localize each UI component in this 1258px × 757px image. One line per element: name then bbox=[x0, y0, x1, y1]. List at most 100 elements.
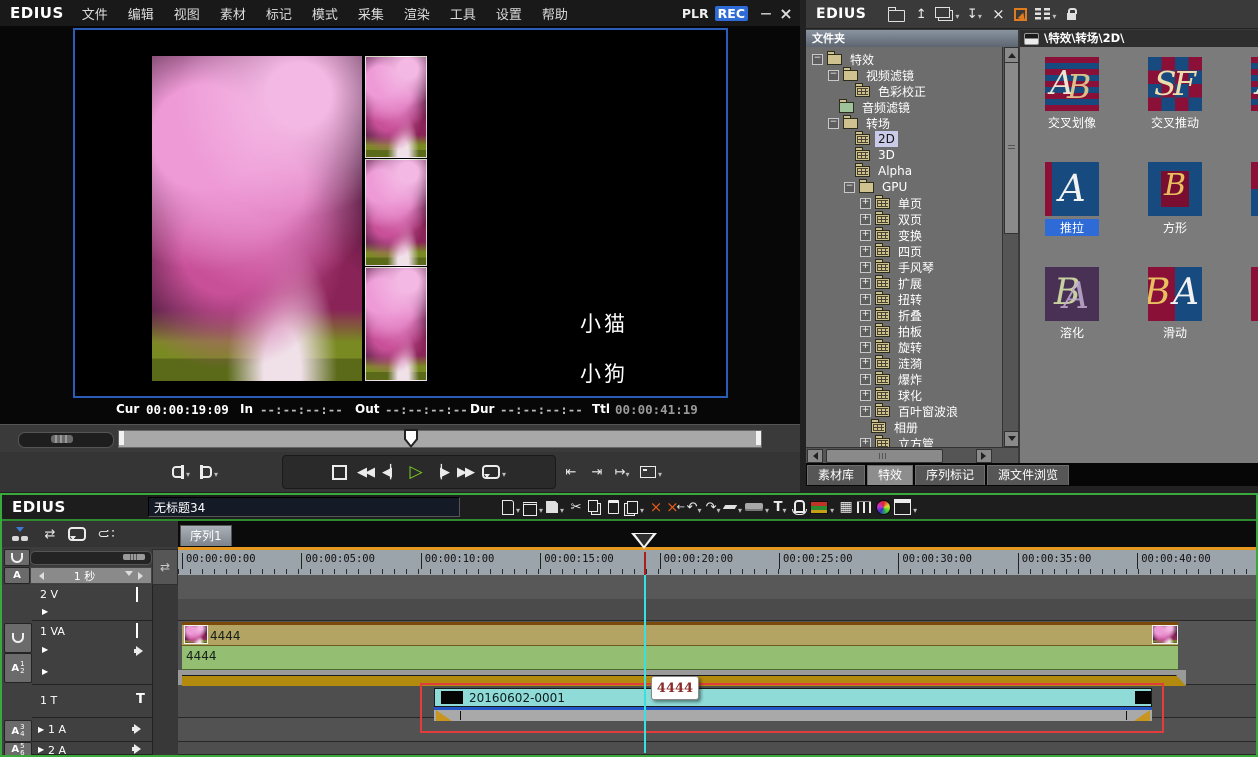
new-sequence-button[interactable]: ▾ bbox=[502, 495, 520, 519]
redo-button[interactable]: ↷▾ bbox=[705, 495, 721, 519]
scale-dropdown-icon[interactable] bbox=[125, 571, 133, 580]
audio-clip[interactable]: 4444 bbox=[182, 646, 1178, 670]
menu-item[interactable]: 视图 bbox=[164, 4, 210, 23]
tree-expander[interactable]: + bbox=[860, 214, 871, 225]
time-scale-selector[interactable]: 1 秒 bbox=[30, 567, 152, 584]
expand-arrow-icon[interactable]: ▶ bbox=[38, 745, 44, 754]
palette-tab[interactable]: 素材库 bbox=[807, 465, 865, 485]
dropdown-caret-icon[interactable]: ▾ bbox=[830, 506, 834, 519]
scroll-down-button[interactable] bbox=[1004, 431, 1019, 447]
transition-item[interactable] bbox=[1251, 267, 1258, 321]
ripple-delete-button[interactable]: ×← bbox=[666, 495, 683, 519]
tree-item[interactable]: 2D bbox=[806, 131, 1002, 147]
dropdown-caret-icon[interactable]: ▾ bbox=[516, 506, 520, 519]
play-button[interactable]: ▷ bbox=[407, 461, 423, 483]
dropdown-caret-icon[interactable]: ▾ bbox=[1052, 12, 1056, 25]
cut-point-mode-button[interactable] bbox=[10, 523, 30, 545]
tree-expander[interactable]: − bbox=[828, 70, 839, 81]
add-transition-button[interactable]: ▾ bbox=[745, 495, 769, 519]
lock-button[interactable] bbox=[1063, 3, 1079, 25]
scale-left-icon[interactable] bbox=[35, 572, 44, 580]
palette-tab[interactable]: 源文件浏览 bbox=[987, 465, 1069, 485]
cut-button[interactable]: ✂ bbox=[567, 495, 583, 519]
dropdown-caret-icon[interactable]: ▾ bbox=[978, 12, 982, 25]
tree-expander[interactable]: + bbox=[860, 310, 871, 321]
goto-out-button[interactable]: ⇥ bbox=[588, 461, 604, 483]
transition-item[interactable] bbox=[1251, 162, 1258, 216]
audio-mute-button[interactable]: A bbox=[4, 567, 30, 584]
dropdown-caret-icon[interactable]: ▾ bbox=[625, 470, 629, 483]
dropdown-caret-icon[interactable]: ▾ bbox=[214, 470, 218, 483]
playhead-line[interactable] bbox=[644, 575, 646, 753]
video-clip[interactable]: 4444 bbox=[182, 622, 1178, 646]
duplicate-folder-button[interactable]: ▾ bbox=[935, 3, 959, 25]
a2-channel-button[interactable]: A56 bbox=[4, 742, 32, 755]
tree-expander[interactable]: + bbox=[860, 390, 871, 401]
prev-frame-button[interactable]: ◀▏ bbox=[382, 461, 398, 483]
delete-button[interactable]: × bbox=[989, 3, 1005, 25]
transition-thumbnail[interactable] bbox=[1251, 162, 1258, 216]
tree-expander[interactable]: + bbox=[860, 374, 871, 385]
transition-item[interactable]: 交叉推动 bbox=[1148, 57, 1202, 131]
dropdown-caret-icon[interactable]: ▾ bbox=[955, 12, 959, 25]
shuttle-handle[interactable] bbox=[51, 435, 73, 443]
va-video-mute-button[interactable] bbox=[4, 623, 32, 653]
tree-expander[interactable]: + bbox=[860, 198, 871, 209]
dropdown-caret-icon[interactable]: ▾ bbox=[560, 506, 564, 519]
track-header-2a[interactable]: ▶ 2 A bbox=[32, 742, 152, 755]
jump-to-marker-button[interactable]: ↦▾ bbox=[614, 461, 630, 483]
tree-expander[interactable]: + bbox=[860, 342, 871, 353]
scroll-left-button[interactable] bbox=[807, 449, 823, 463]
effect-view-button[interactable] bbox=[1012, 3, 1028, 25]
player-export-button[interactable]: ▾ bbox=[640, 461, 662, 483]
undo-button[interactable]: ↶▾ bbox=[686, 495, 702, 519]
transition-item[interactable]: 推拉 bbox=[1045, 162, 1099, 236]
title-button[interactable]: T▾ bbox=[772, 495, 788, 519]
render-button[interactable]: ▾ bbox=[810, 495, 834, 519]
dropdown-caret-icon[interactable]: ▾ bbox=[765, 506, 769, 519]
scrollbar-thumb[interactable] bbox=[1004, 62, 1019, 234]
panel-layout-button[interactable]: ▾ bbox=[894, 495, 917, 519]
save-project-button[interactable]: ▾ bbox=[546, 495, 564, 519]
set-out-button[interactable]: ▾ bbox=[200, 461, 218, 483]
expand-arrow-icon[interactable]: ▶ bbox=[38, 725, 44, 734]
paste-button[interactable] bbox=[605, 495, 621, 519]
tree-item[interactable]: 音频滤镜 bbox=[806, 99, 1002, 115]
tree-horizontal-scrollbar[interactable] bbox=[806, 447, 1018, 463]
dropdown-caret-icon[interactable]: ▾ bbox=[716, 506, 720, 519]
scale-right-icon[interactable] bbox=[138, 572, 147, 580]
tree-vertical-scrollbar[interactable] bbox=[1002, 47, 1018, 447]
tree-expander[interactable]: − bbox=[812, 54, 823, 65]
sequence-tab[interactable]: 序列1 bbox=[180, 525, 232, 546]
transition-thumbnail[interactable] bbox=[1045, 57, 1099, 111]
goto-in-button[interactable]: ⇤ bbox=[562, 461, 578, 483]
tree-expander[interactable]: + bbox=[860, 246, 871, 257]
transition-thumbnail[interactable] bbox=[1251, 267, 1258, 321]
menu-item[interactable]: 素材 bbox=[210, 4, 256, 23]
timeline-zoom-slider[interactable] bbox=[30, 551, 152, 565]
tree-item[interactable]: Alpha bbox=[806, 163, 1002, 179]
shuttle-slider[interactable] bbox=[18, 432, 114, 448]
menu-item[interactable]: 帮助 bbox=[532, 4, 578, 23]
seek-bar[interactable] bbox=[118, 430, 762, 448]
transition-thumbnail[interactable] bbox=[1251, 57, 1258, 111]
track-header-1va[interactable]: 1 VA ▶ ▶ bbox=[32, 621, 152, 685]
menu-item[interactable]: 渲染 bbox=[394, 4, 440, 23]
track-lane-2v-lower[interactable] bbox=[178, 599, 1256, 621]
loop-playback-button[interactable] bbox=[68, 523, 86, 545]
dropdown-caret-icon[interactable]: ▾ bbox=[186, 470, 190, 483]
tree-expander[interactable]: − bbox=[828, 118, 839, 129]
menu-item[interactable]: 工具 bbox=[440, 4, 486, 23]
dropdown-caret-icon[interactable]: ▾ bbox=[640, 506, 644, 519]
loop-button[interactable]: ▾ bbox=[482, 461, 506, 483]
set-in-button[interactable]: ▾ bbox=[172, 461, 190, 483]
dropdown-caret-icon[interactable]: ▾ bbox=[782, 506, 786, 519]
track-header-1a[interactable]: ▶ 1 A bbox=[32, 718, 152, 742]
tree-item[interactable]: +立方管 bbox=[806, 435, 1002, 447]
scroll-right-button[interactable] bbox=[976, 449, 992, 463]
transition-item[interactable]: 溶化 bbox=[1045, 267, 1099, 341]
track-lane-2a[interactable] bbox=[178, 742, 1256, 755]
plr-button[interactable]: PLR bbox=[682, 6, 709, 21]
tree-expander[interactable]: + bbox=[860, 326, 871, 337]
expand-arrow-icon[interactable]: ▶ bbox=[42, 645, 48, 654]
